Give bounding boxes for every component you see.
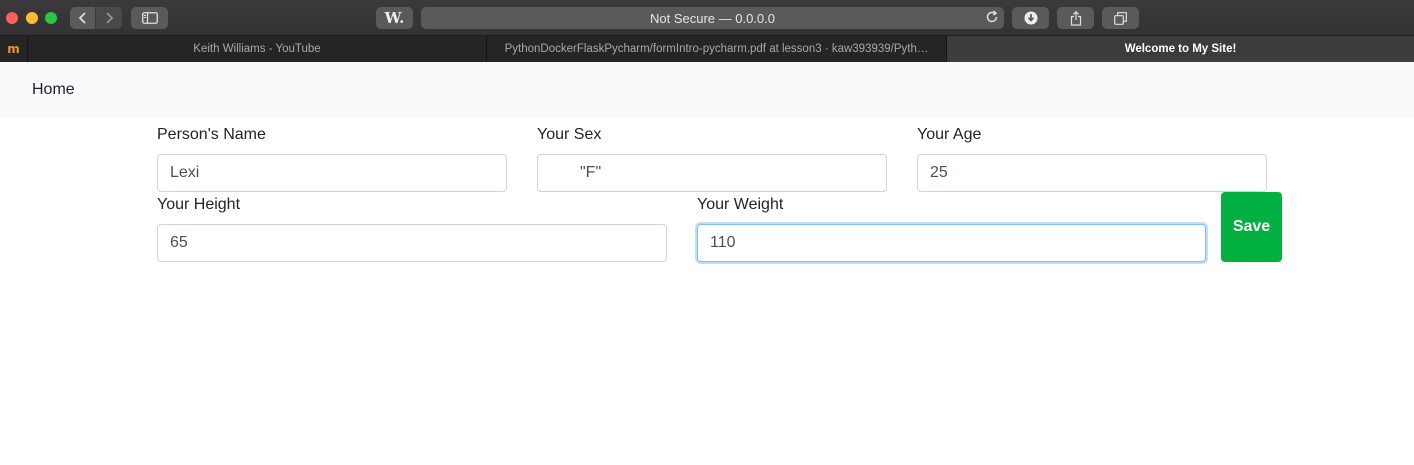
- age-input[interactable]: [917, 154, 1267, 192]
- reload-icon: [986, 10, 998, 23]
- height-input[interactable]: [157, 224, 667, 262]
- address-bar[interactable]: Not Secure — 0.0.0.0: [421, 7, 1004, 29]
- share-button[interactable]: [1057, 7, 1094, 29]
- age-label: Your Age: [917, 126, 982, 143]
- forward-icon: [106, 12, 114, 24]
- sidebar-toggle-button[interactable]: [131, 7, 168, 29]
- back-icon: [78, 12, 86, 24]
- name-label: Person's Name: [157, 126, 266, 143]
- forward-button[interactable]: [96, 7, 122, 29]
- extension-w-button[interactable]: W.: [376, 7, 413, 29]
- weight-input[interactable]: [697, 224, 1206, 262]
- nav-home-link[interactable]: Home: [32, 81, 75, 99]
- height-label: Your Height: [157, 196, 241, 213]
- tab-overview-button[interactable]: [1102, 7, 1139, 29]
- back-button[interactable]: [70, 7, 96, 29]
- browser-titlebar: W. Not Secure — 0.0.0.0: [0, 0, 1414, 36]
- sidebar-icon: [141, 12, 158, 24]
- weight-label: Your Weight: [697, 196, 784, 213]
- save-button[interactable]: Save: [1221, 192, 1282, 262]
- address-text: Not Secure — 0.0.0.0: [649, 11, 775, 26]
- share-icon: [1070, 10, 1081, 26]
- tab-github-pdf[interactable]: PythonDockerFlaskPycharm/formIntro-pycha…: [487, 36, 947, 62]
- name-input[interactable]: [157, 154, 507, 192]
- close-window-button[interactable]: [6, 12, 18, 24]
- tab-bar: m Keith Williams - YouTube PythonDockerF…: [0, 36, 1414, 62]
- tab-welcome-active[interactable]: Welcome to My Site!: [947, 36, 1414, 62]
- zoom-window-button[interactable]: [45, 12, 57, 24]
- tabs-overview-icon: [1114, 11, 1127, 25]
- site-navbar: Home: [0, 62, 1414, 118]
- pinned-site-logo-icon: m: [7, 42, 20, 56]
- reload-button[interactable]: [985, 10, 999, 29]
- sex-label: Your Sex: [537, 126, 602, 143]
- sex-input[interactable]: [537, 154, 887, 192]
- pinned-tab[interactable]: m: [0, 36, 28, 62]
- history-nav: [70, 7, 122, 29]
- downloads-button[interactable]: [1012, 7, 1049, 29]
- tab-youtube[interactable]: Keith Williams - YouTube: [28, 36, 487, 62]
- minimize-window-button[interactable]: [26, 12, 38, 24]
- download-icon: [1024, 11, 1037, 25]
